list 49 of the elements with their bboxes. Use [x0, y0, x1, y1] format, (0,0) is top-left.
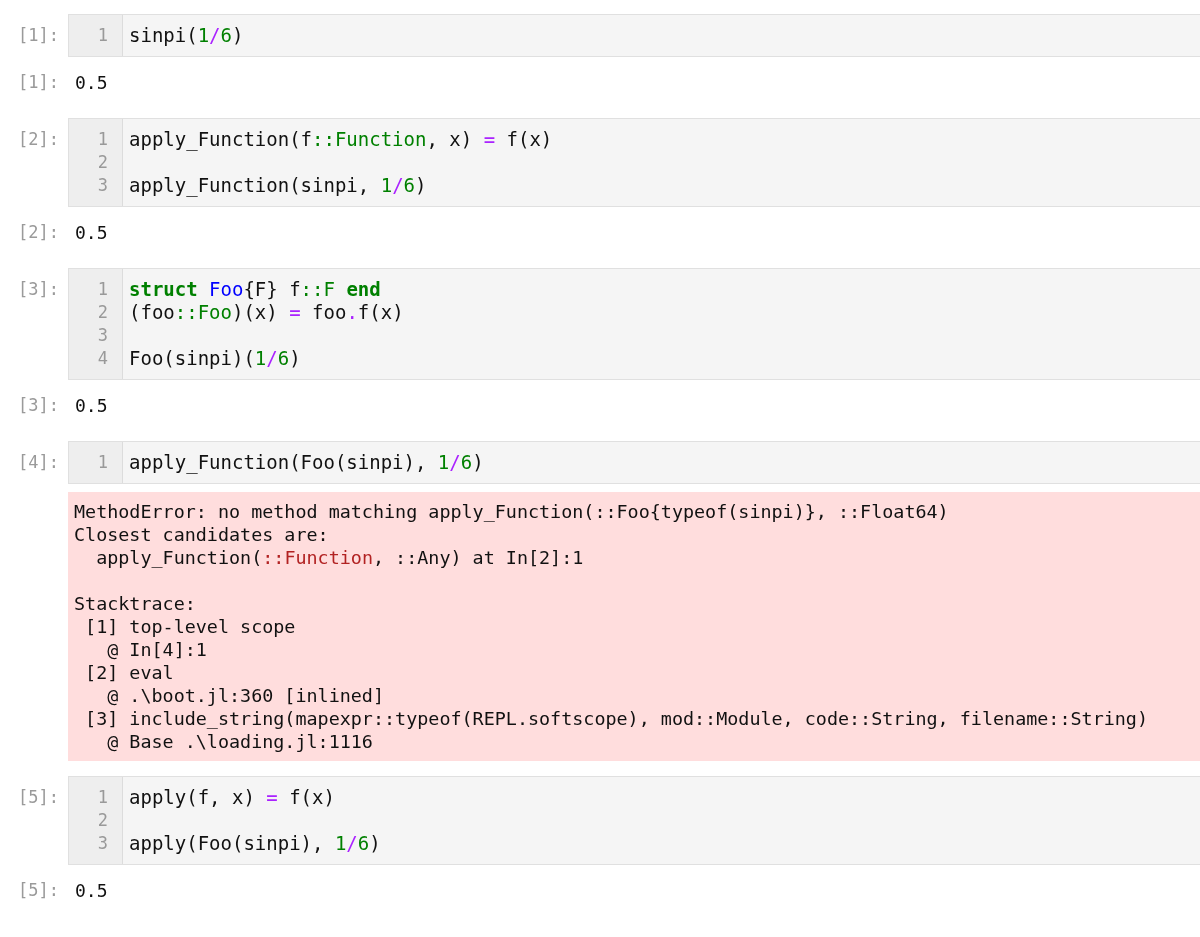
code-line: apply_Function(f::Function, x) = f(x)	[129, 128, 554, 151]
line-number: 2	[96, 151, 109, 174]
output-text: 0.5	[74, 71, 108, 94]
error-line: [3] include_string(mapexpr::typeof(REPL.softscope), mod::Module, code::String, filename::String)	[84, 707, 1149, 730]
code-line: apply_Function(sinpi, 1/6)	[129, 174, 428, 197]
code-cell[interactable]: 1 2 3 apply_Function(f::Function, x) = f(x) apply_Function(sinpi, 1/6)	[68, 118, 1200, 207]
error-line: @ In[4]:1	[106, 638, 208, 661]
line-number: 2	[96, 301, 109, 324]
error-line: Closest candidates are:	[74, 523, 330, 546]
input-prompt: [4]:	[17, 451, 60, 474]
code-line: struct Foo{F} f::F end	[129, 278, 382, 301]
code-line: sinpi(1/6)	[129, 24, 245, 47]
code-line: apply(Foo(sinpi), 1/6)	[129, 832, 382, 855]
error-line: @ .\boot.jl:360 [inlined]	[106, 684, 386, 707]
output-prompt: [2]:	[17, 221, 60, 244]
code-cell[interactable]: 1 2 3 apply(f, x) = f(x) apply(Foo(sinpi), 1/6)	[68, 776, 1200, 865]
output-text: 0.5	[74, 879, 108, 902]
code-line: (foo::Foo)(x) = foo.f(x)	[129, 301, 405, 324]
code-cell[interactable]: 1 sinpi(1/6)	[68, 14, 1200, 57]
error-line: @ Base .\loading.jl:1116	[106, 730, 374, 753]
line-number: 2	[96, 809, 109, 832]
line-number: 3	[96, 832, 109, 855]
line-number: 1	[96, 278, 109, 301]
line-number: 1	[96, 786, 109, 809]
output-text: 0.5	[74, 394, 108, 417]
error-line: Stacktrace:	[74, 592, 197, 615]
output-prompt: [3]:	[17, 394, 60, 417]
input-prompt: [1]:	[17, 24, 60, 47]
output-prompt: [5]:	[17, 879, 60, 902]
input-prompt: [3]:	[17, 278, 60, 301]
line-number: 1	[96, 451, 109, 474]
code-line: Foo(sinpi)(1/6)	[129, 347, 302, 370]
line-number: 1	[96, 24, 109, 47]
line-number: 1	[96, 128, 109, 151]
code-cell[interactable]: 1 2 3 4 struct Foo{F} f::F end (foo::Foo)(x) = foo.f(x) Foo(sinpi)(1/6)	[68, 268, 1200, 380]
code-line: apply_Function(Foo(sinpi), 1/6)	[129, 451, 485, 474]
output-text: 0.5	[74, 221, 108, 244]
line-number: 3	[96, 324, 109, 347]
code-line: apply(f, x) = f(x)	[129, 786, 336, 809]
error-line: [2] eval	[84, 661, 175, 684]
error-line: apply_Function(::Function, ::Any) at In[2]:1	[95, 546, 585, 569]
input-prompt: [5]:	[17, 786, 60, 809]
line-number: 3	[96, 174, 109, 197]
line-number: 4	[96, 347, 109, 370]
output-prompt: [1]:	[17, 71, 60, 94]
error-line: MethodError: no method matching apply_Function(::Foo{typeof(sinpi)}, ::Float64)	[74, 500, 950, 523]
input-prompt: [2]:	[17, 128, 60, 151]
code-cell[interactable]: 1 apply_Function(Foo(sinpi), 1/6)	[68, 441, 1200, 484]
error-line: [1] top-level scope	[84, 615, 297, 638]
